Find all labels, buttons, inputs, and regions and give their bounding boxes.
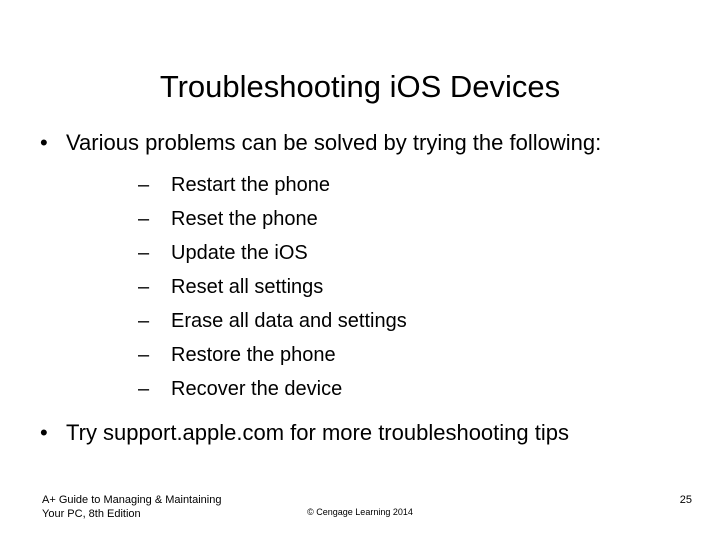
bullet-list-level1-final: • Try support.apple.com for more trouble… (0, 418, 720, 448)
list-item: – Restart the phone (66, 168, 690, 202)
list-item: • Various problems can be solved by tryi… (0, 128, 720, 406)
sub-bullet-text: Erase all data and settings (171, 310, 407, 332)
list-item: – Reset the phone (66, 202, 690, 236)
list-item: – Reset all settings (66, 270, 690, 304)
bullet-dash-icon: – (138, 174, 150, 196)
list-item: – Recover the device (66, 372, 690, 406)
sub-bullet-text: Update the iOS (171, 242, 308, 264)
bullet-dot-icon: • (40, 130, 48, 155)
slide-body: • Various problems can be solved by tryi… (0, 128, 720, 448)
bullet-dash-icon: – (138, 310, 150, 332)
slide-footer: A+ Guide to Managing & Maintaining Your … (0, 493, 720, 540)
bullet-list-level2: – Restart the phone – Reset the phone – … (66, 168, 690, 406)
bullet-dot-icon: • (40, 420, 48, 445)
bullet-text: Various problems can be solved by trying… (66, 130, 602, 155)
page-number: 25 (679, 494, 692, 506)
bullet-dash-icon: – (138, 242, 150, 264)
presentation-slide: Troubleshooting iOS Devices • Various pr… (0, 0, 720, 540)
sub-bullet-text: Restart the phone (171, 174, 330, 196)
list-item: – Erase all data and settings (66, 304, 690, 338)
list-item: – Restore the phone (66, 338, 690, 372)
list-item: • Try support.apple.com for more trouble… (0, 418, 720, 448)
bullet-dash-icon: – (138, 344, 150, 366)
sub-bullet-text: Restore the phone (171, 344, 336, 366)
bullet-list-level1: • Various problems can be solved by tryi… (0, 128, 720, 406)
list-item: – Update the iOS (66, 236, 690, 270)
copyright-notice: © Cengage Learning 2014 (307, 507, 413, 517)
sub-bullet-text: Reset the phone (171, 208, 318, 230)
bullet-dash-icon: – (138, 276, 150, 298)
bullet-dash-icon: – (138, 378, 150, 400)
sub-bullet-text: Reset all settings (171, 276, 324, 298)
footer-book-title-line1: A+ Guide to Managing & Maintaining (42, 494, 222, 506)
page-title: Troubleshooting iOS Devices (159, 68, 561, 104)
bullet-text: Try support.apple.com for more troublesh… (66, 420, 569, 445)
bullet-dash-icon: – (138, 208, 150, 230)
sub-bullet-text: Recover the device (171, 378, 343, 400)
